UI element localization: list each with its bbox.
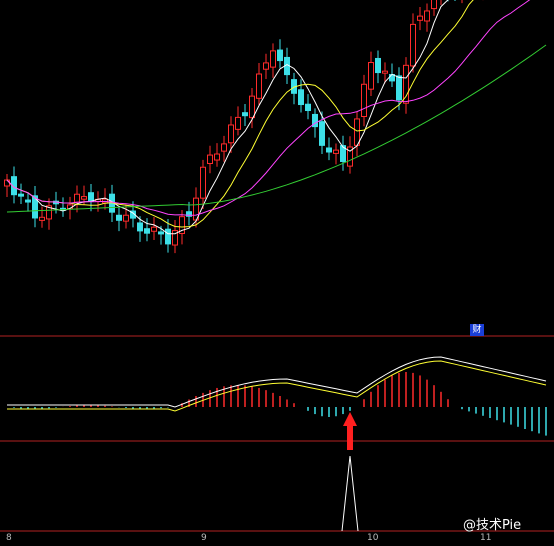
- candle-down: [396, 75, 402, 101]
- candle-down: [326, 147, 332, 153]
- candle-up: [403, 64, 409, 104]
- candle-up: [74, 193, 80, 203]
- indicator-badge[interactable]: 财: [470, 324, 484, 336]
- ma-line-white: [6, 0, 449, 235]
- candle-down: [144, 228, 150, 234]
- watermark: @技术Pie: [463, 518, 522, 533]
- candle-up: [333, 149, 339, 154]
- candle-up: [382, 70, 388, 74]
- candle-up: [228, 124, 234, 144]
- candle-down: [158, 231, 164, 235]
- ma-line-yellow: [6, 0, 474, 228]
- candle-up: [249, 95, 255, 119]
- candle-up: [235, 116, 241, 130]
- x-tick-label: 9: [201, 533, 207, 543]
- candle-down: [18, 193, 24, 197]
- x-tick-label: 10: [367, 533, 379, 543]
- candle-down: [242, 112, 248, 117]
- candle-up: [39, 216, 45, 221]
- candle-up: [410, 23, 416, 67]
- candle-down: [165, 228, 171, 245]
- x-tick-label: 8: [6, 533, 12, 543]
- chart-canvas[interactable]: [0, 0, 554, 546]
- candle-up: [256, 73, 262, 99]
- macd-dea-line: [7, 360, 547, 412]
- candle-down: [137, 222, 143, 232]
- candle-up: [424, 10, 430, 22]
- candle-up: [361, 83, 367, 118]
- candle-up: [207, 154, 213, 165]
- candle-up: [263, 62, 269, 70]
- candle-down: [88, 192, 94, 202]
- ma-line-magenta: [6, 0, 531, 216]
- candle-up: [417, 15, 423, 21]
- candle-up: [368, 62, 374, 90]
- candle-down: [298, 89, 304, 106]
- candle-up: [4, 179, 10, 187]
- ma-line-green: [6, 44, 547, 213]
- candle-up: [200, 166, 206, 199]
- candle-up: [221, 143, 227, 152]
- candle-up: [123, 214, 129, 222]
- candle-down: [25, 199, 31, 203]
- candle-up: [431, 0, 437, 10]
- x-tick-label: 11: [480, 533, 492, 543]
- signal-spike: [341, 455, 359, 532]
- buy-signal-arrow: [343, 412, 357, 450]
- candle-down: [319, 121, 325, 146]
- candle-up: [81, 196, 87, 200]
- candle-down: [277, 49, 283, 62]
- macd-dif-line: [7, 356, 547, 408]
- stock-chart: 8 9 10 11 财 @技术Pie: [0, 0, 554, 546]
- candle-up: [354, 118, 360, 146]
- candle-down: [116, 214, 122, 221]
- candle-up: [151, 226, 157, 232]
- candle-down: [375, 57, 381, 74]
- candle-down: [305, 103, 311, 112]
- candle-up: [214, 153, 220, 161]
- candle-up: [270, 50, 276, 68]
